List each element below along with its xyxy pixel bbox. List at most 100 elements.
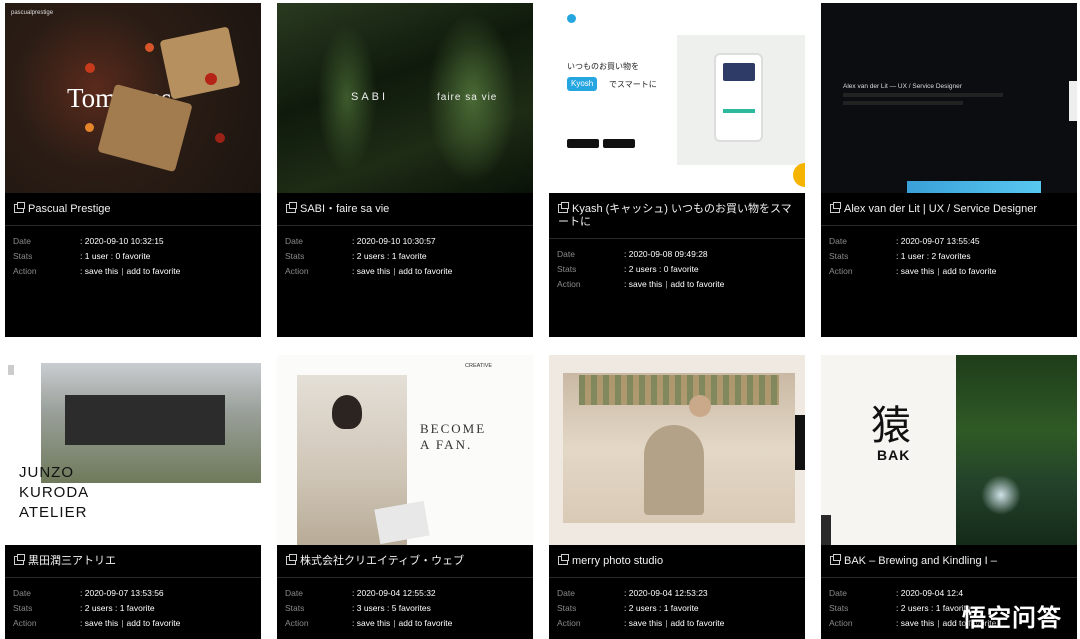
add-to-favorite-link[interactable]: add to favorite [943,264,997,279]
date-label: Date [829,588,847,598]
action-label: Action [13,266,37,276]
date-label: Date [557,588,575,598]
card-title[interactable]: merry photo studio [558,554,798,568]
save-this-link[interactable]: save this [85,616,119,631]
divider [549,238,805,239]
save-this-link[interactable]: save this [629,616,663,631]
stats-value: 3 users : 5 favorites [356,603,431,613]
chat-bubble-icon[interactable] [793,163,805,187]
save-this-link[interactable]: save this [357,616,391,631]
add-to-favorite-link[interactable]: add to favorite [671,277,725,292]
external-link-icon [14,202,25,213]
stats-label: Stats [829,603,849,613]
tomato [205,73,217,85]
save-this-link[interactable]: save this [901,616,935,631]
thumb-hero-right: faire sa vie [437,92,498,103]
side-menu-tab[interactable] [795,415,805,470]
thumb-hero: JUNZO KURODA ATELIER [19,463,89,523]
side-tab[interactable] [1069,81,1077,121]
add-to-favorite-link[interactable]: add to favorite [671,616,725,631]
card-bak: 猿 BAK BAK – Brewing and Kindling I – Dat… [821,355,1077,639]
card-meta: Date: 2020-09-08 09:49:28 Stats: 2 users… [557,247,724,292]
family-figure [644,425,704,515]
add-to-favorite-link[interactable]: add to favorite [399,616,453,631]
card-title[interactable]: 株式会社クリエイティブ・ウェブ [286,554,526,568]
card-title[interactable]: Pascual Prestige [14,202,254,216]
date-label: Date [829,236,847,246]
button-shape [722,109,755,113]
side-tab[interactable] [821,515,831,545]
tomato [145,43,154,52]
stats-label: Stats [13,603,33,613]
action-label: Action [285,266,309,276]
save-this-link[interactable]: save this [901,264,935,279]
add-to-favorite-link[interactable]: add to favorite [399,264,453,279]
watermark-logo: 悟空问答 [962,605,1062,632]
stats-value: 2 users : 1 favorite [356,251,427,261]
card-title[interactable]: 黒田潤三アトリエ [14,554,254,568]
cutting-board [159,26,241,100]
person-head [332,395,362,429]
action-label: Action [557,279,581,289]
card-title[interactable]: BAK – Brewing and Kindling I – [830,554,1070,568]
logo-icon [567,14,576,23]
child-figure [689,395,711,417]
hero-image-strip [907,181,1041,193]
thumbnail[interactable]: Alex van der Lit — UX / Service Designer [821,3,1077,193]
card-meta: Date: 2020-09-10 10:32:15 Stats: 1 user … [13,234,180,279]
hero-line: A FAN. [420,437,473,452]
card-title-text: BAK – Brewing and Kindling I – [844,555,997,567]
thumbnail[interactable]: いつものお買い物を Kyosh でスマートに [549,3,805,193]
date-label: Date [285,236,303,246]
card-junzo-kuroda: JUNZO KURODA ATELIER 黒田潤三アトリエ Date: 2020… [5,355,261,639]
action-label: Action [829,266,853,276]
thumbnail[interactable] [549,355,805,545]
menu-icon[interactable] [8,365,14,375]
stats-label: Stats [13,251,33,261]
action-label: Action [285,618,309,628]
app-store-badge[interactable] [567,139,599,148]
add-to-favorite-link[interactable]: add to favorite [127,616,181,631]
external-link-icon [830,202,841,213]
save-this-link[interactable]: save this [357,264,391,279]
google-play-badge[interactable] [603,139,635,148]
external-link-icon [830,554,841,565]
thumb-brand: pascualprestige [11,10,54,16]
card-title[interactable]: Kyash (キャッシュ) いつものお買い物をスマートに [558,202,798,229]
card-title[interactable]: Alex van der Lit | UX / Service Designer [830,202,1070,216]
thumb-hero-line2: でスマートに [609,80,657,89]
thumbnail[interactable]: JUNZO KURODA ATELIER [5,355,261,545]
stats-label: Stats [557,264,577,274]
add-to-favorite-link[interactable]: add to favorite [127,264,181,279]
stats-value: 2 users : 0 favorite [628,264,699,274]
card-title-text: Pascual Prestige [28,203,111,215]
stats-value: 1 user : 2 favorites [900,251,971,261]
site-grid: pascualprestige Tomatoes Pascual Prestig… [0,0,1080,639]
divider [821,577,1077,578]
waterfall [981,475,1021,515]
save-this-link[interactable]: save this [85,264,119,279]
thumbnail[interactable]: BECOME A FAN. CREATIVE [277,355,533,545]
external-link-icon [286,554,297,565]
stats-value: 2 users : 1 favorite [84,603,155,613]
thumb-brand-badge: Kyosh [567,77,598,91]
divider [5,225,261,226]
card-sabi: SABI faire sa vie SABI・faire sa vie Date… [277,3,533,337]
card-alex-van-der-lit: Alex van der Lit — UX / Service Designer… [821,3,1077,337]
hero-line: BECOME [420,421,487,436]
stats-value: 2 users : 1 favorite [628,603,699,613]
external-link-icon [558,554,569,565]
thumb-brand: CREATIVE [465,363,493,369]
thumbnail[interactable]: pascualprestige Tomatoes [5,3,261,193]
thumb-hero: BECOME A FAN. [420,421,486,453]
save-this-link[interactable]: save this [629,277,663,292]
thumbnail[interactable]: SABI faire sa vie [277,3,533,193]
card-meta: Date: 2020-09-04 12:53:23 Stats: 2 users… [557,586,724,631]
card-title-text: 黒田潤三アトリエ [28,555,116,567]
thumbnail[interactable]: 猿 BAK [821,355,1077,545]
card-title-text: SABI・faire sa vie [300,203,390,215]
card-kyash: いつものお買い物を Kyosh でスマートに Kyash (キャッシュ) いつも… [549,3,805,337]
flower-garland [579,375,779,405]
text-line [843,101,963,105]
card-title[interactable]: SABI・faire sa vie [286,202,526,216]
